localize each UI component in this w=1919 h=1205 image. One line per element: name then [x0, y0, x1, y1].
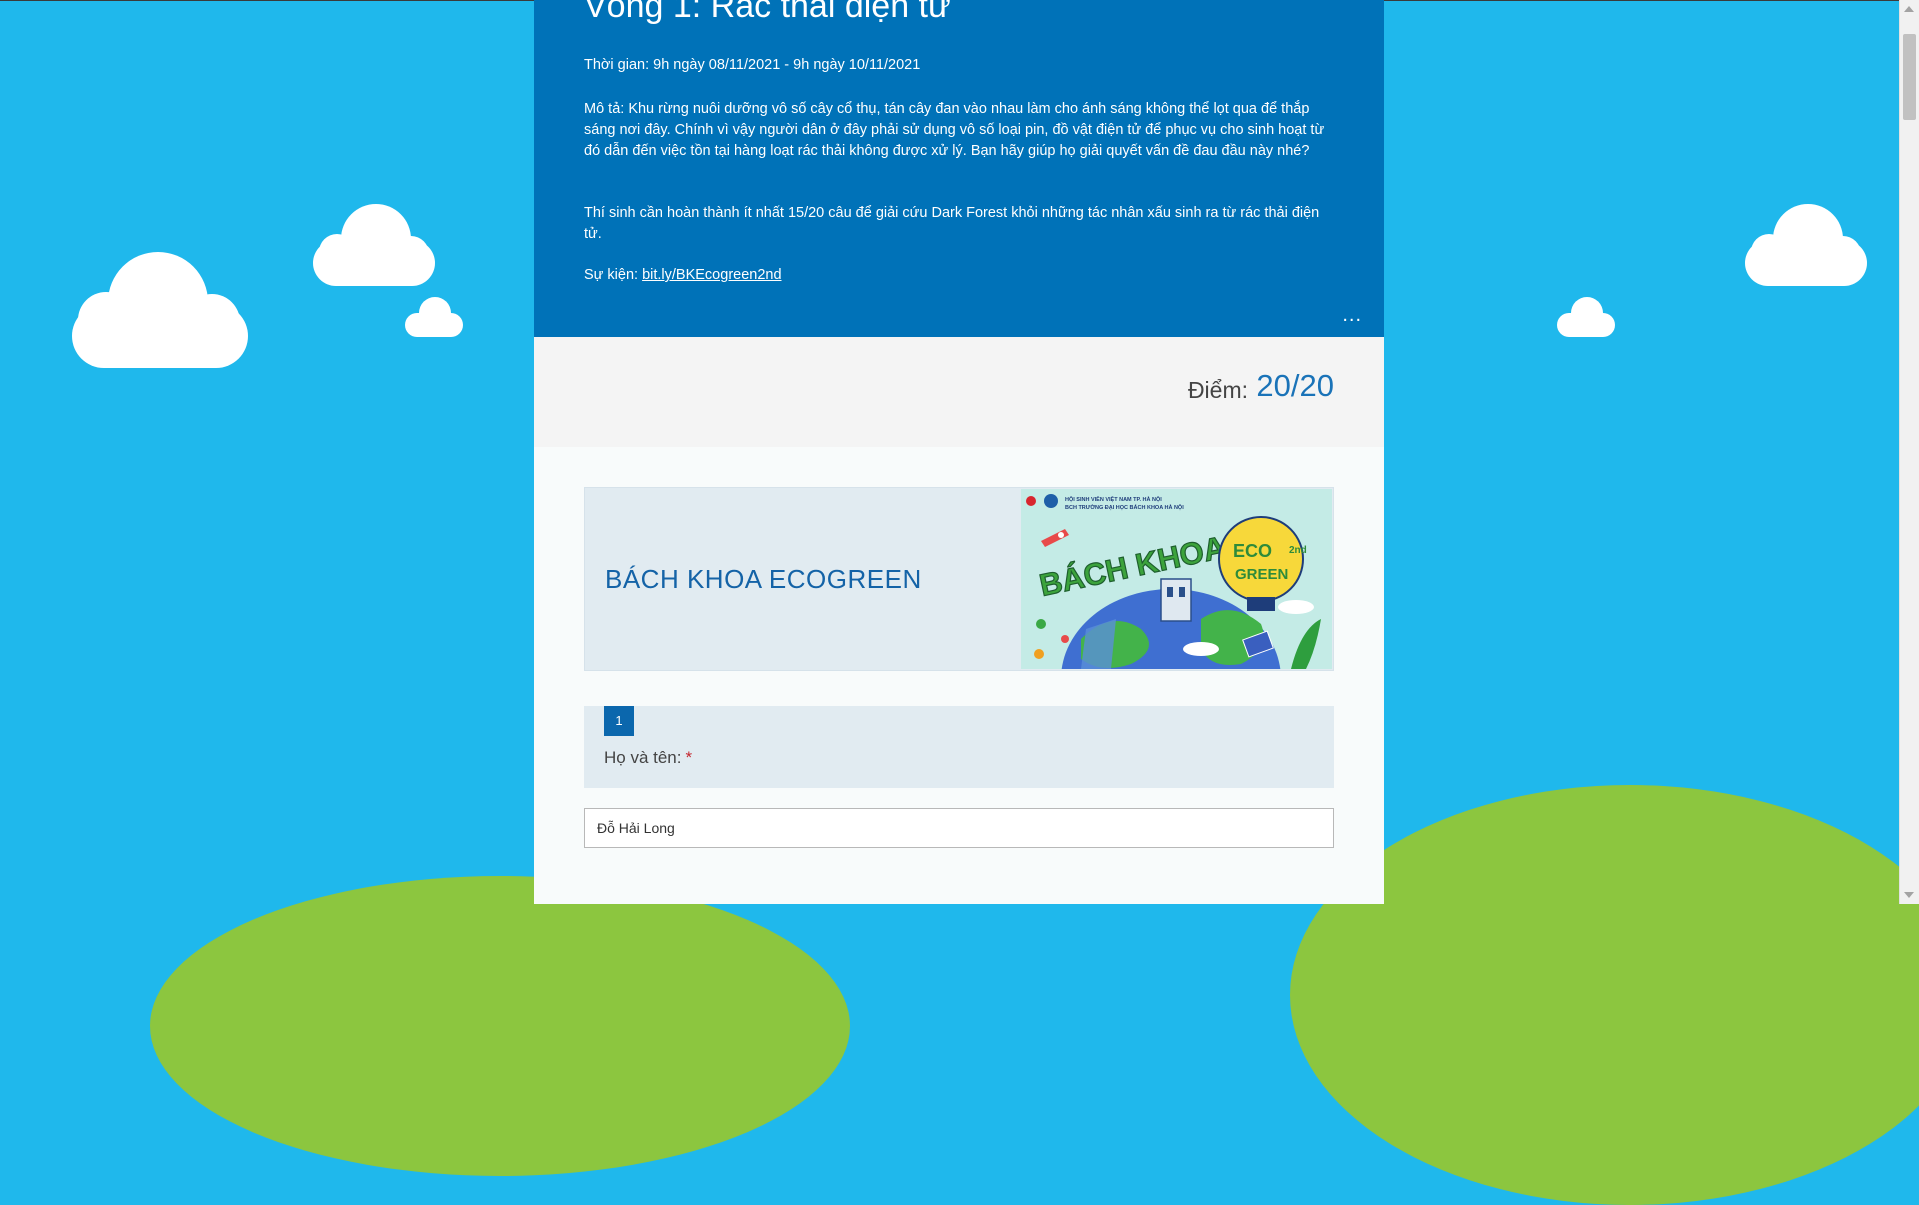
cloud-decoration: [1745, 204, 1867, 286]
form-banner: BÁCH KHOA ECOGREEN HỘI SINH VIÊN VIỆT NA…: [584, 487, 1334, 671]
poster-green: GREEN: [1235, 566, 1288, 583]
form-event: Sự kiện: bit.ly/BKEcogreen2nd: [584, 267, 782, 283]
banner-title: BÁCH KHOA ECOGREEN: [605, 564, 922, 594]
form-description: Mô tả: Khu rừng nuôi dưỡng vô số cây cổ …: [584, 101, 1325, 159]
score-label: Điểm:: [1187, 377, 1248, 403]
banner-image: HỘI SINH VIÊN VIỆT NAM TP. HÀ NỘI BCH TR…: [1021, 489, 1332, 669]
question-label-text: Họ và tên:: [604, 748, 682, 767]
form-header: Vòng 1: Rác thải điện tử Thời gian: 9h n…: [534, 0, 1384, 337]
poster-org-line2: BCH TRƯỜNG ĐẠI HỌC BÁCH KHOA HÀ NỘI: [1065, 503, 1184, 511]
full-name-input[interactable]: [584, 808, 1334, 848]
ecogreen-poster-illustration: HỘI SINH VIÊN VIỆT NAM TP. HÀ NỘI BCH TR…: [1021, 489, 1332, 669]
score-value: 20/20: [1256, 368, 1334, 403]
more-options-button[interactable]: ...: [1342, 305, 1362, 325]
form-requirement: Thí sinh cần hoàn thành ít nhất 15/20 câ…: [584, 205, 1320, 242]
page-scrollbar[interactable]: [1899, 0, 1919, 904]
score-section: Điểm: 20/20: [534, 337, 1384, 447]
quiz-form: Vòng 1: Rác thải điện tử Thời gian: 9h n…: [534, 0, 1384, 904]
poster-2nd: 2nd: [1289, 545, 1307, 556]
hill-decoration: [150, 876, 850, 1176]
event-label: Sự kiện:: [584, 267, 643, 283]
poster-eco: ECO: [1233, 541, 1272, 561]
hill-decoration: [1290, 785, 1919, 1205]
scroll-down-arrow-icon[interactable]: [1904, 892, 1914, 898]
cloud-decoration: [1557, 297, 1615, 337]
required-mark: *: [685, 748, 693, 767]
poster-org-line1: HỘI SINH VIÊN VIỆT NAM TP. HÀ NỘI: [1065, 495, 1162, 503]
form-time: Thời gian: 9h ngày 08/11/2021 - 9h ngày …: [584, 57, 921, 73]
cloud-decoration: [72, 252, 248, 368]
cloud-decoration: [405, 297, 463, 337]
question-label: Họ và tên: *: [604, 748, 692, 768]
question-number: 1: [604, 706, 634, 736]
scroll-thumb[interactable]: [1903, 34, 1916, 120]
cloud-decoration: [313, 204, 435, 286]
form-title: Vòng 1: Rác thải điện tử: [584, 0, 951, 25]
event-link[interactable]: bit.ly/BKEcogreen2nd: [642, 267, 781, 283]
scroll-up-arrow-icon[interactable]: [1904, 6, 1914, 12]
question-1: 1 Họ và tên: *: [584, 706, 1334, 788]
